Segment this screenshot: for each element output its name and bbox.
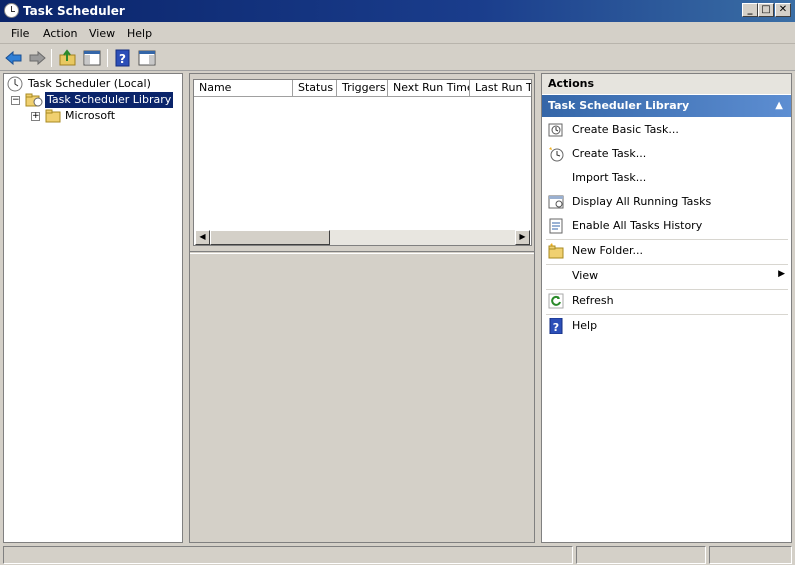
running-tasks-icon — [548, 195, 564, 209]
svg-text:?: ? — [119, 52, 126, 66]
folder-icon — [45, 109, 61, 123]
action-label: Create Basic Task... — [572, 123, 679, 136]
refresh-icon — [548, 293, 564, 309]
actions-section-label: Task Scheduler Library — [548, 99, 690, 112]
collapse-icon[interactable]: ▲ — [775, 95, 783, 117]
column-header-last-run-time[interactable]: Last Run Tim — [470, 80, 531, 97]
column-header-triggers[interactable]: Triggers — [337, 80, 388, 97]
action-view[interactable]: View ▶ — [542, 265, 791, 287]
tasks-history-icon — [549, 218, 563, 234]
forward-arrow-icon[interactable] — [27, 49, 47, 67]
window-title: Task Scheduler — [23, 4, 125, 18]
scroll-right-button[interactable]: ▶ — [515, 230, 530, 245]
action-import-task[interactable]: Import Task... — [542, 167, 791, 189]
new-folder-icon — [548, 243, 564, 259]
horizontal-scrollbar[interactable]: ◀ ▶ — [195, 230, 530, 245]
column-header-name[interactable]: Name — [194, 80, 293, 97]
column-header-next-run-time[interactable]: Next Run Time — [388, 80, 470, 97]
task-list-pane: Name Status Triggers Next Run Time Last … — [189, 73, 535, 543]
maximize-button[interactable]: □ — [758, 3, 774, 17]
column-header-status[interactable]: Status — [293, 80, 337, 97]
create-task-icon — [549, 147, 564, 162]
action-label: Help — [572, 319, 598, 332]
menu-file[interactable]: File — [11, 27, 29, 40]
folder-clock-icon — [25, 93, 43, 107]
toolbar: ? — [0, 45, 795, 71]
scroll-thumb[interactable] — [210, 230, 330, 245]
console-tree: Task Scheduler (Local) − Task Scheduler … — [3, 73, 183, 543]
action-help[interactable]: ? Help — [542, 315, 791, 337]
clock-icon — [7, 76, 23, 92]
help-icon: ? — [549, 318, 563, 334]
clock-icon — [4, 3, 19, 18]
tree-root-label: Task Scheduler (Local) — [28, 77, 151, 90]
action-label: View — [572, 269, 599, 282]
show-hide-console-tree-icon[interactable] — [82, 49, 102, 67]
action-label: Enable All Tasks History — [572, 219, 703, 232]
actions-section-header[interactable]: Task Scheduler Library ▲ — [542, 95, 791, 117]
back-arrow-icon[interactable] — [4, 49, 24, 67]
menu-help[interactable]: Help — [127, 27, 152, 40]
expand-toggle[interactable]: + — [31, 112, 40, 121]
action-enable-tasks-history[interactable]: Enable All Tasks History — [542, 215, 791, 237]
action-new-folder[interactable]: New Folder... — [542, 240, 791, 262]
action-refresh[interactable]: Refresh — [542, 290, 791, 312]
action-label: New Folder... — [572, 244, 643, 257]
minimize-button[interactable]: _ — [742, 3, 758, 17]
svg-text:?: ? — [553, 321, 559, 334]
show-hide-action-pane-icon[interactable] — [137, 49, 157, 67]
help-icon[interactable]: ? — [113, 49, 133, 67]
action-create-task[interactable]: Create Task... — [542, 143, 791, 165]
status-panel-main — [3, 546, 573, 564]
close-button[interactable]: ✕ — [775, 3, 791, 17]
action-label: Display All Running Tasks — [572, 195, 712, 208]
menu-bar: File Action View Help — [0, 22, 795, 44]
actions-title: Actions — [542, 74, 791, 94]
pane-splitter[interactable] — [190, 251, 534, 254]
task-list[interactable]: Name Status Triggers Next Run Time Last … — [193, 79, 532, 246]
action-label: Create Task... — [572, 147, 647, 160]
action-label: Refresh — [572, 294, 614, 307]
collapse-toggle[interactable]: − — [11, 96, 20, 105]
tree-microsoft-label: Microsoft — [65, 109, 116, 122]
menu-view[interactable]: View — [89, 27, 115, 40]
create-basic-task-icon — [548, 123, 563, 137]
submenu-arrow-icon: ▶ — [778, 269, 785, 279]
menu-action[interactable]: Action — [43, 27, 77, 40]
action-label: Import Task... — [572, 171, 647, 184]
action-display-running-tasks[interactable]: Display All Running Tasks — [542, 191, 791, 213]
actions-pane: Actions Task Scheduler Library ▲ Create … — [541, 73, 792, 543]
up-folder-icon[interactable] — [58, 49, 78, 67]
status-bar — [0, 545, 795, 565]
title-bar: Task Scheduler _ □ ✕ — [0, 0, 795, 22]
tree-library-label: Task Scheduler Library — [45, 92, 174, 108]
scroll-left-button[interactable]: ◀ — [195, 230, 210, 245]
action-create-basic-task[interactable]: Create Basic Task... — [542, 119, 791, 141]
status-panel-3 — [709, 546, 792, 564]
status-panel-2 — [576, 546, 706, 564]
